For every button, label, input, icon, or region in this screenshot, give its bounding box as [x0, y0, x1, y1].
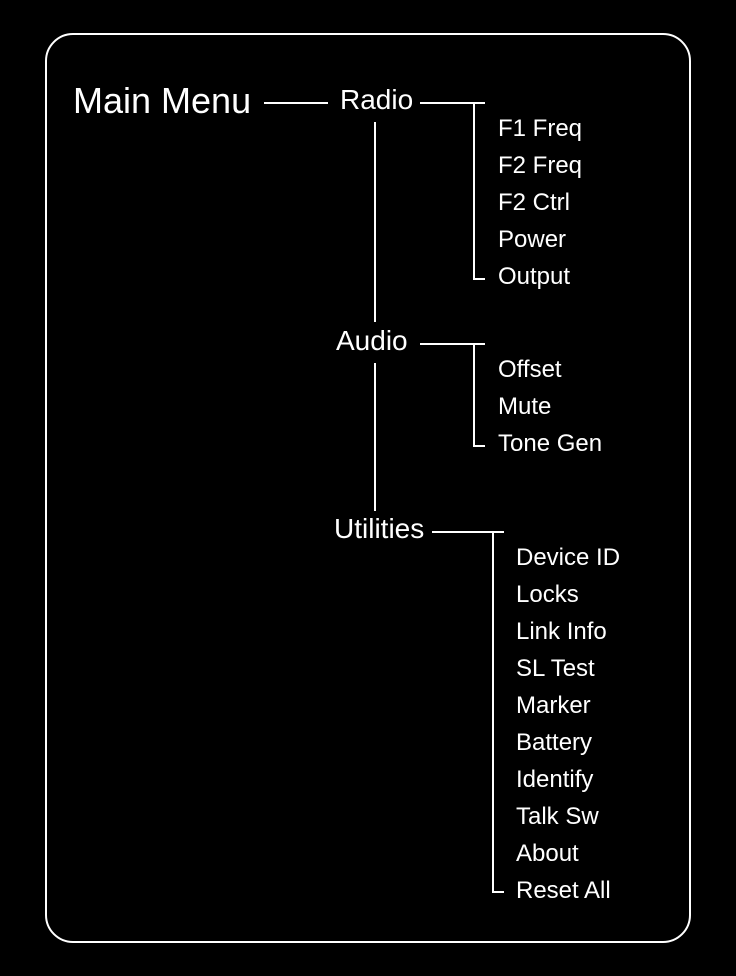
category-utilities[interactable]: Utilities: [334, 513, 424, 545]
menu-item-reset-all[interactable]: Reset All: [516, 872, 611, 909]
menu-item-mute[interactable]: Mute: [498, 388, 551, 425]
connector-line: [420, 102, 473, 104]
menu-item-f1-freq[interactable]: F1 Freq: [498, 110, 582, 147]
menu-item-marker[interactable]: Marker: [516, 687, 591, 724]
menu-item-output[interactable]: Output: [498, 258, 570, 295]
connector-line: [374, 122, 376, 322]
main-menu-title: Main Menu: [73, 80, 251, 122]
menu-item-device-id[interactable]: Device ID: [516, 539, 620, 576]
connector-line: [264, 102, 328, 104]
bracket-audio: [473, 343, 485, 447]
menu-item-link-info[interactable]: Link Info: [516, 613, 607, 650]
category-audio[interactable]: Audio: [336, 325, 408, 357]
menu-item-identify[interactable]: Identify: [516, 761, 593, 798]
category-radio[interactable]: Radio: [340, 84, 413, 116]
menu-item-f2-freq[interactable]: F2 Freq: [498, 147, 582, 184]
menu-item-battery[interactable]: Battery: [516, 724, 592, 761]
connector-line: [420, 343, 473, 345]
menu-item-tone-gen[interactable]: Tone Gen: [498, 425, 602, 462]
menu-item-sl-test[interactable]: SL Test: [516, 650, 595, 687]
connector-line: [374, 363, 376, 511]
menu-item-f2-ctrl[interactable]: F2 Ctrl: [498, 184, 570, 221]
bracket-utilities: [492, 531, 504, 893]
bracket-radio: [473, 102, 485, 280]
menu-item-offset[interactable]: Offset: [498, 351, 562, 388]
menu-item-talk-sw[interactable]: Talk Sw: [516, 798, 599, 835]
menu-item-power[interactable]: Power: [498, 221, 566, 258]
menu-item-locks[interactable]: Locks: [516, 576, 579, 613]
menu-item-about[interactable]: About: [516, 835, 579, 872]
connector-line: [432, 531, 492, 533]
